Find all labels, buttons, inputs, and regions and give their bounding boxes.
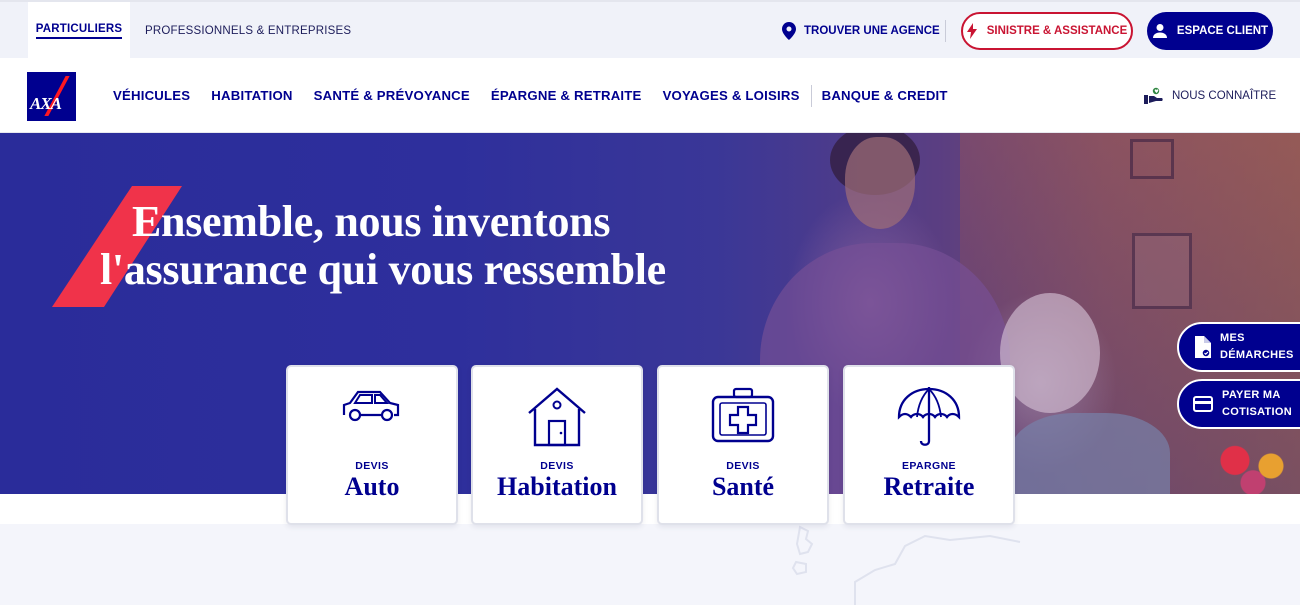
card-sante-title: Santé: [711, 472, 775, 501]
hero-headline: Ensemble, nous inventons l'assurance qui…: [100, 198, 666, 294]
lightning-icon: [966, 23, 977, 39]
quote-card-habitation[interactable]: DEVIS Habitation: [471, 365, 643, 525]
card-sante-kicker: DEVIS: [726, 460, 760, 472]
hero-headline-line2: l'assurance qui vous ressemble: [100, 245, 666, 294]
payer-cotisation-line2: COTISATION: [1222, 406, 1293, 418]
nav-item-banque-credit[interactable]: BANQUE & CREDIT: [822, 88, 948, 107]
find-agency-label: TROUVER UNE AGENCE: [804, 25, 940, 37]
quote-card-auto[interactable]: DEVIS Auto: [286, 365, 458, 525]
hero-photo-elder: [1010, 413, 1170, 494]
card-auto-kicker: DEVIS: [355, 460, 389, 472]
find-agency-link[interactable]: TROUVER UNE AGENCE: [782, 20, 940, 42]
divider: [945, 20, 946, 42]
payer-cotisation-label: PAYER MA COTISATION: [1222, 387, 1292, 421]
nav-item-habitation[interactable]: HABITATION: [211, 88, 292, 107]
espace-client-button[interactable]: ESPACE CLIENT: [1147, 12, 1273, 50]
document-icon: [1195, 336, 1211, 358]
hero-photo-woman-face: [845, 137, 915, 229]
car-icon: [342, 390, 400, 422]
nav-item-sante-prevoyance[interactable]: SANTÉ & PRÉVOYANCE: [314, 88, 470, 107]
sinistre-label: SINISTRE & ASSISTANCE: [986, 25, 1128, 37]
main-nav: AXA VÉHICULES HABITATION SANTÉ & PRÉVOYA…: [0, 58, 1300, 133]
hero-headline-line1: Ensemble, nous inventons: [132, 197, 611, 246]
lower-band: [0, 524, 1300, 605]
card-auto-title: Auto: [344, 472, 400, 501]
tab-particuliers[interactable]: PARTICULIERS: [28, 2, 130, 60]
card-retraite-title: Retraite: [883, 472, 975, 501]
card-habitation-kicker: DEVIS: [540, 460, 574, 472]
payer-cotisation-tab[interactable]: PAYER MA COTISATION: [1177, 379, 1300, 429]
sinistre-assistance-button[interactable]: SINISTRE & ASSISTANCE: [961, 12, 1133, 50]
nav-links: VÉHICULES HABITATION SANTÉ & PRÉVOYANCE …: [113, 85, 969, 107]
tab-professionnels[interactable]: PROFESSIONNELS & ENTREPRISES: [145, 2, 351, 60]
card-habitation-title: Habitation: [497, 472, 617, 501]
tab-particuliers-label: PARTICULIERS: [35, 23, 123, 39]
handshake-icon: ♥: [1144, 87, 1163, 104]
umbrella-icon: [897, 387, 961, 446]
hero-photo-elder-face: [1000, 293, 1100, 413]
mes-demarches-line1: MES: [1220, 332, 1245, 344]
axa-logo[interactable]: AXA: [27, 72, 76, 121]
user-icon: [1152, 24, 1167, 38]
espace-client-label: ESPACE CLIENT: [1176, 25, 1269, 37]
about-link[interactable]: ♥ NOUS CONNAÎTRE: [1144, 87, 1276, 105]
logo-text: AXA: [30, 94, 62, 113]
svg-text:♥: ♥: [1154, 89, 1159, 95]
mes-demarches-line2: DÉMARCHES: [1220, 349, 1294, 361]
tab-professionnels-label: PROFESSIONNELS & ENTREPRISES: [145, 25, 352, 37]
card-retraite-kicker: EPARGNE: [902, 460, 956, 472]
payer-cotisation-line1: PAYER MA: [1222, 389, 1281, 401]
hero-photo-frame: [1130, 139, 1174, 179]
about-label: NOUS CONNAÎTRE: [1172, 90, 1277, 102]
mes-demarches-label: MES DÉMARCHES: [1220, 330, 1294, 364]
hero-photo-frame: [1132, 233, 1192, 309]
quote-card-sante[interactable]: DEVIS Santé: [657, 365, 829, 525]
quote-card-retraite[interactable]: EPARGNE Retraite: [843, 365, 1015, 525]
location-pin-icon: [782, 22, 796, 40]
nav-item-epargne-retraite[interactable]: ÉPARGNE & RETRAITE: [491, 88, 642, 107]
hero-banner: [0, 133, 1300, 494]
nav-item-voyages-loisirs[interactable]: VOYAGES & LOISIRS: [663, 88, 800, 107]
medical-kit-icon: [711, 387, 775, 443]
nav-divider: [810, 85, 812, 107]
france-map-decoration: [791, 525, 1021, 605]
nav-item-vehicules[interactable]: VÉHICULES: [113, 88, 190, 107]
house-icon: [528, 387, 586, 447]
top-utility-bar: PARTICULIERS PROFESSIONNELS & ENTREPRISE…: [0, 0, 1300, 60]
mes-demarches-tab[interactable]: MES DÉMARCHES: [1177, 322, 1300, 372]
hero-photo-flowers: [1208, 438, 1298, 494]
card-icon: [1193, 396, 1213, 412]
